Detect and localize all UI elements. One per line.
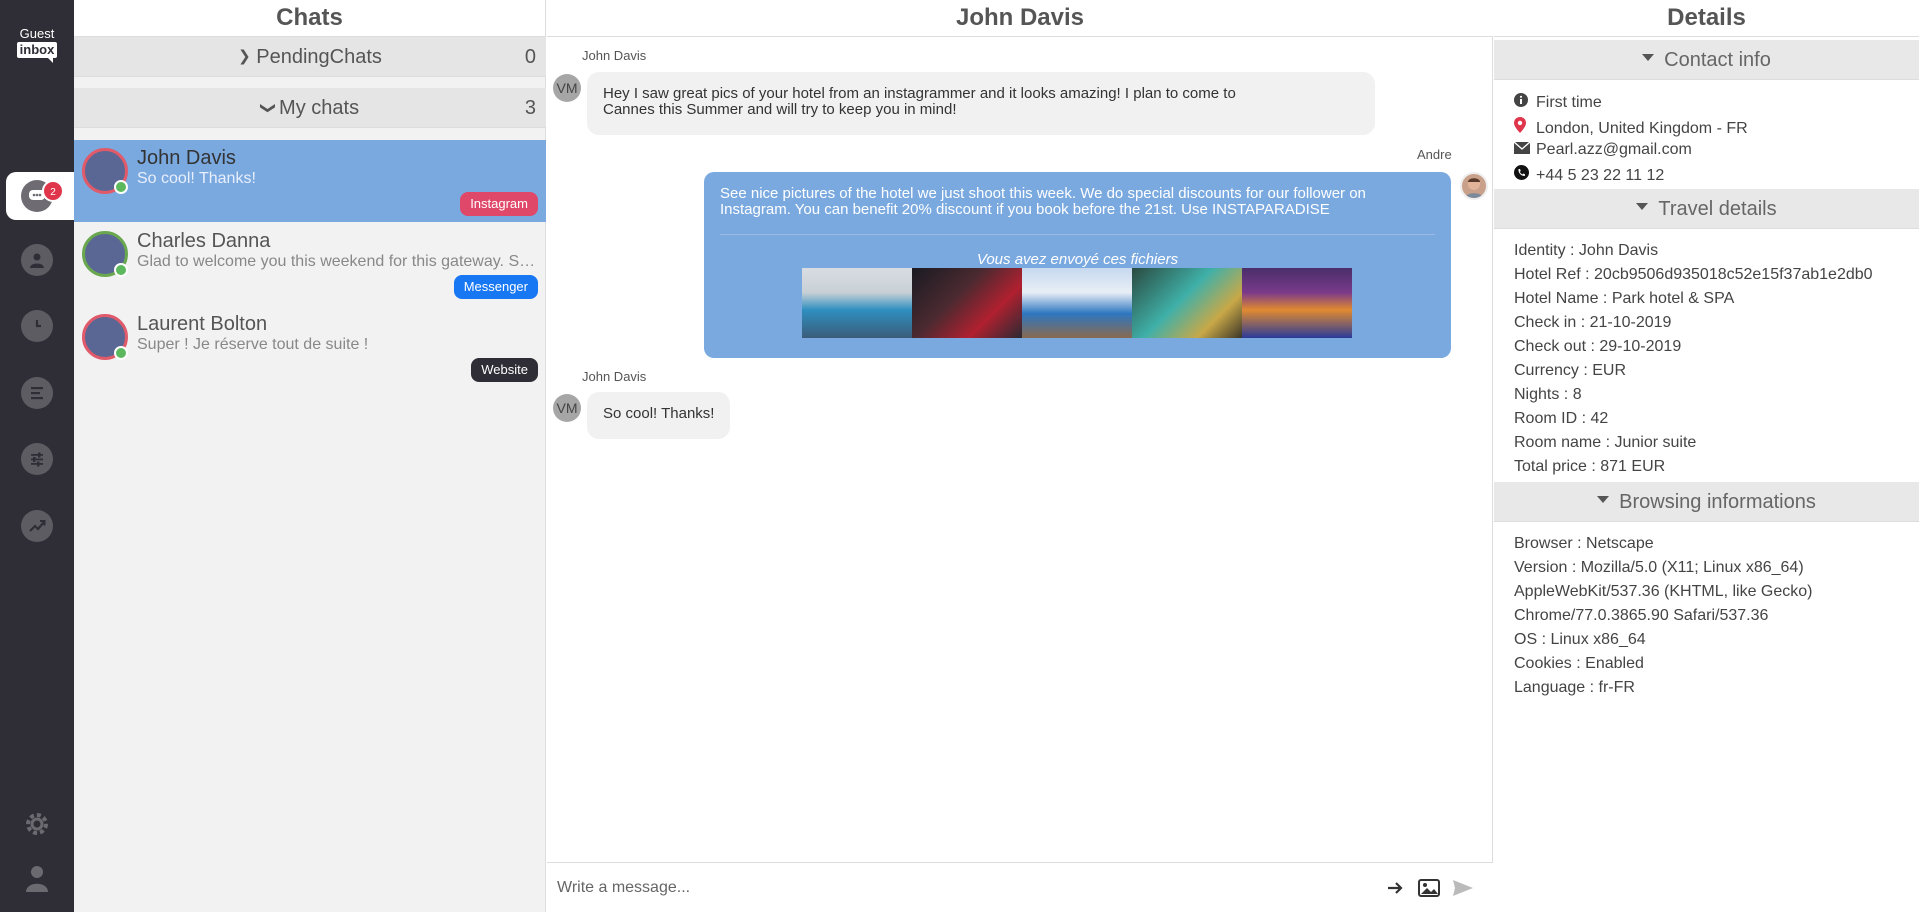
location-row: London, United Kingdom - FR: [1514, 117, 1748, 138]
image-icon[interactable]: [1418, 878, 1440, 898]
message-sender: John Davis: [582, 48, 647, 63]
avatar: VM: [553, 394, 581, 422]
message-input[interactable]: [557, 875, 1347, 901]
detail-row: Hotel Ref : 20cb9506d935018c52e15f37ab1e…: [1514, 266, 1873, 283]
detail-row: Identity : John Davis: [1514, 242, 1659, 259]
trend-icon[interactable]: [21, 510, 53, 542]
detail-row: Nights : 8: [1514, 386, 1582, 403]
attachment-thumbnail[interactable]: [912, 268, 1022, 338]
conversation-title: John Davis: [547, 0, 1493, 37]
list-icon[interactable]: [21, 377, 53, 409]
source-badge: Website: [471, 358, 538, 382]
caret-down-icon: [1597, 496, 1610, 504]
detail-row: Check in : 21-10-2019: [1514, 314, 1672, 331]
message-sender: John Davis: [582, 369, 647, 384]
map-pin-icon: [1514, 117, 1536, 138]
profile-icon[interactable]: [21, 862, 53, 894]
attachment-thumbnail[interactable]: [1022, 268, 1132, 338]
chevron-right-icon: ❯: [238, 48, 251, 65]
detail-row: Total price : 871 EUR: [1514, 458, 1666, 475]
source-badge: Instagram: [460, 192, 538, 216]
attachment-thumbnail[interactable]: [1242, 268, 1352, 338]
message-sender: Andre: [1417, 147, 1452, 162]
arrow-right-icon[interactable]: [1384, 878, 1406, 898]
my-chats-count: 3: [524, 97, 536, 119]
attachment-gallery: [802, 268, 1352, 338]
side-nav: Guest inbox 2: [0, 0, 80, 912]
send-icon[interactable]: [1452, 878, 1474, 898]
browsing-info-toggle[interactable]: Browsing informations: [1494, 482, 1919, 522]
divider: [720, 234, 1435, 235]
phone-row: +44 5 23 22 11 12: [1514, 165, 1664, 185]
contact-info-toggle[interactable]: Contact info: [1494, 40, 1919, 80]
pending-count: 0: [524, 46, 536, 68]
detail-row: Chrome/77.0.3865.90 Safari/537.36: [1514, 607, 1769, 624]
details-title: Details: [1494, 0, 1919, 37]
chat-list-item[interactable]: Laurent Bolton Super ! Je réserve tout d…: [74, 306, 546, 388]
detail-row: AppleWebKit/537.36 (KHTML, like Gecko): [1514, 583, 1813, 600]
detail-row: Currency : EUR: [1514, 362, 1627, 379]
attachment-thumbnail[interactable]: [1132, 268, 1242, 338]
envelope-icon: [1513, 141, 1536, 159]
chats-panel: Chats ❯ PendingChats 0 ❯ My chats 3 John…: [74, 0, 546, 912]
avatar: VM: [553, 74, 581, 102]
detail-row: Browser : Netscape: [1514, 535, 1654, 552]
compose-bar: [547, 862, 1493, 912]
detail-row: OS : Linux x86_64: [1514, 631, 1646, 648]
info-icon: [1514, 93, 1536, 112]
source-badge: Messenger: [453, 275, 538, 299]
message-bubble-incoming: So cool! Thanks!: [587, 392, 731, 439]
message-bubble-outgoing: See nice pictures of the hotel we just s…: [704, 172, 1451, 358]
first-time-row: First time: [1514, 93, 1602, 112]
chat-list-item[interactable]: Charles Danna Glad to welcome you this w…: [74, 223, 546, 305]
my-chats-toggle[interactable]: ❯ My chats 3: [74, 88, 546, 128]
chat-list-item[interactable]: John Davis So cool! Thanks! Instagram: [74, 140, 546, 222]
user-icon[interactable]: [21, 244, 53, 276]
detail-row: Language : fr-FR: [1514, 679, 1635, 696]
email-row: Pearl.azz@gmail.com: [1513, 141, 1692, 159]
chats-title: Chats: [74, 0, 545, 37]
online-indicator: [114, 180, 128, 194]
online-indicator: [114, 263, 128, 277]
unread-badge: 2: [42, 180, 64, 202]
files-title: Vous avez envoyé ces fichiers: [976, 251, 1179, 268]
detail-row: Room name : Junior suite: [1514, 434, 1697, 451]
clock-icon[interactable]: [21, 310, 53, 342]
caret-down-icon: [1642, 54, 1655, 62]
conversation-panel: John Davis John Davis VM Hey I saw great…: [547, 0, 1493, 912]
detail-row: Cookies : Enabled: [1514, 655, 1644, 672]
online-indicator: [114, 346, 128, 360]
logo: Guest inbox: [12, 26, 62, 63]
agent-avatar: [1460, 172, 1488, 200]
message-bubble-incoming: Hey I saw great pics of your hotel from …: [587, 72, 1375, 135]
detail-row: Room ID : 42: [1514, 410, 1609, 427]
details-panel: Details Contact info First time London, …: [1494, 0, 1919, 912]
sliders-icon[interactable]: [21, 443, 53, 475]
gear-icon[interactable]: [21, 808, 53, 840]
attachment-thumbnail[interactable]: [802, 268, 912, 338]
detail-row: Check out : 29-10-2019: [1514, 338, 1682, 355]
phone-icon: [1514, 165, 1536, 185]
detail-row: Hotel Name : Park hotel & SPA: [1514, 290, 1735, 307]
chevron-down-icon: ❯: [259, 101, 277, 115]
detail-row: Version : Mozilla/5.0 (X11; Linux x86_64…: [1514, 559, 1804, 576]
travel-details-toggle[interactable]: Travel details: [1494, 189, 1919, 229]
pending-chats-toggle[interactable]: ❯ PendingChats 0: [74, 37, 546, 77]
caret-down-icon: [1636, 203, 1649, 211]
